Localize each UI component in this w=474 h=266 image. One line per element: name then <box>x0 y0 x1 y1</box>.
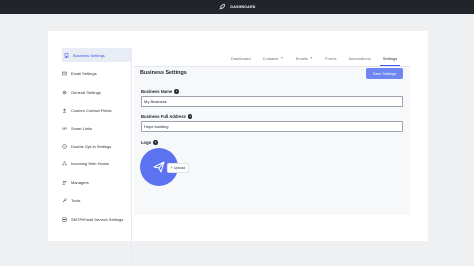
sidebar-item-email-settings[interactable]: Email Settings <box>60 66 132 80</box>
link-icon <box>62 126 67 131</box>
sidebar-item-double-opt-in-settings[interactable]: Double Opt-in Settings <box>60 139 132 153</box>
tab-forms[interactable]: Forms <box>319 50 342 66</box>
users-icon <box>62 180 67 185</box>
business-name-input[interactable] <box>141 96 403 107</box>
sidebar-item-incoming-web-hooks[interactable]: Incoming Web Hooks <box>60 156 132 170</box>
sidebar-item-label: Double Opt-in Settings <box>71 143 112 149</box>
tab-label: Dashboard <box>231 55 251 61</box>
sidebar-item-label: General Settings <box>71 89 101 95</box>
tab-label: Contacts <box>262 55 279 61</box>
top-bar: DASHBOARD <box>0 0 474 14</box>
info-icon[interactable]: i <box>174 89 179 94</box>
tab-label: Settings <box>382 55 398 61</box>
sidebar-item-label: Email Settings <box>71 70 97 76</box>
info-icon[interactable]: i <box>153 140 158 145</box>
business-address-label: Business Full Address i <box>141 114 193 119</box>
building-icon <box>64 52 69 58</box>
sidebar-item-label: Custom Contact Fields <box>71 107 112 113</box>
tab-label: Forms <box>325 55 337 61</box>
business-address-input[interactable] <box>141 121 403 132</box>
webhook-icon <box>62 160 67 166</box>
sidebar-item-smart-links[interactable]: Smart Links <box>60 121 132 135</box>
tab-contacts[interactable]: Contacts ▼ <box>257 50 290 66</box>
business-name-label: Business Name i <box>141 89 179 94</box>
wrench-icon <box>62 197 67 203</box>
page-title: Business Settings <box>140 70 187 76</box>
settings-sidebar: Business Settings Email Settings General… <box>48 48 132 262</box>
rocket-icon <box>219 3 226 10</box>
sidebar-item-general-settings[interactable]: General Settings <box>60 85 132 99</box>
tab-settings[interactable]: Settings <box>377 50 403 66</box>
sidebar-item-custom-contact-fields[interactable]: Custom Contact Fields <box>60 103 132 117</box>
paper-plane-icon <box>153 161 165 173</box>
save-settings-button[interactable]: Save Settings <box>366 68 403 79</box>
tab-automations[interactable]: Automations <box>342 50 376 66</box>
brand-title: DASHBOARD <box>230 5 256 9</box>
top-nav-tabs: Dashboard Contacts ▼ Emails ▼ Forms Automa… <box>225 50 403 66</box>
field-label-text: Logo <box>141 140 152 145</box>
chevron-down-icon: ▼ <box>280 56 284 60</box>
field-label-text: Business Full Address <box>141 114 186 119</box>
upload-logo-button[interactable]: + Upload <box>167 163 189 173</box>
logo-label: Logo i <box>141 140 158 145</box>
tab-label: Emails <box>295 55 308 61</box>
sidebar-item-label: Managers <box>71 179 89 185</box>
field-label-text: Business Name <box>141 89 173 94</box>
sidebar-item-label: SMTP/Email Service Settings <box>71 216 124 222</box>
tab-emails[interactable]: Emails ▼ <box>290 50 319 66</box>
sidebar-item-label: Incoming Web Hooks <box>71 160 109 166</box>
server-icon <box>62 217 67 222</box>
tab-label: Automations <box>348 55 371 61</box>
sidebar-item-managers[interactable]: Managers <box>60 175 132 189</box>
check-icon <box>62 143 67 149</box>
info-icon[interactable]: i <box>188 114 193 119</box>
chevron-down-icon: ▼ <box>309 56 314 60</box>
tab-dashboard[interactable]: Dashboard <box>225 50 257 66</box>
user-icon <box>62 108 67 113</box>
sidebar-item-business-settings[interactable]: Business Settings <box>62 48 132 62</box>
sidebar-item-label: Tools <box>71 197 81 203</box>
gear-icon <box>62 90 67 95</box>
sidebar-item-smtp-email-service-settings[interactable]: SMTP/Email Service Settings <box>60 212 132 226</box>
sidebar-item-label: Business Settings <box>73 52 105 58</box>
envelope-icon <box>62 71 67 76</box>
sidebar-item-label: Smart Links <box>71 125 93 131</box>
sidebar-item-tools[interactable]: Tools <box>60 193 132 207</box>
